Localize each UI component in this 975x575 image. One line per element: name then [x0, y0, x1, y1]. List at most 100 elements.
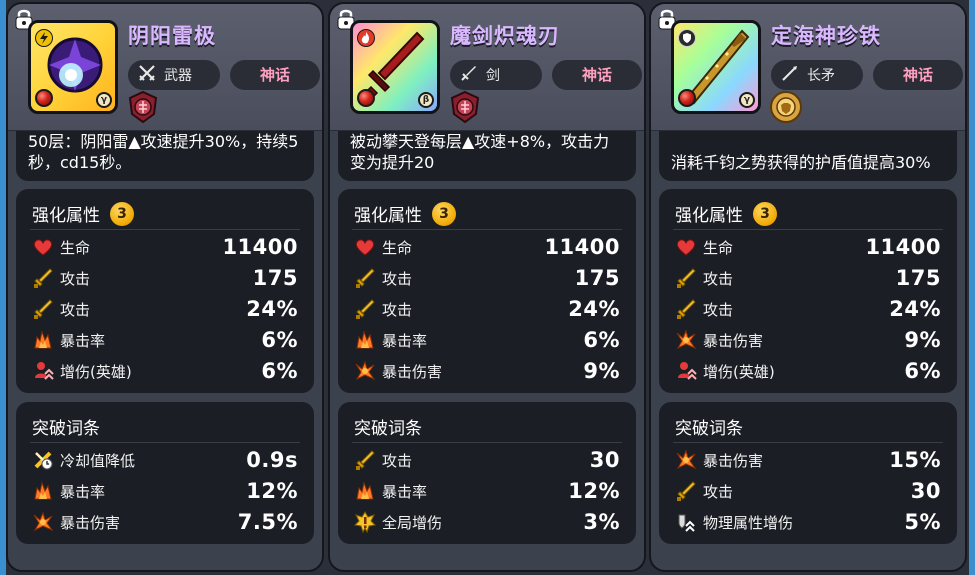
stat-label: 攻击	[703, 300, 734, 319]
item-name: 阴阳雷极	[128, 24, 216, 48]
weapon-type-label: 长矛	[807, 68, 835, 84]
stat-row: 增伤(英雄) 6%	[675, 357, 941, 385]
breakthrough-title: 突破词条	[354, 414, 422, 439]
stat-row: 攻击 175	[354, 264, 620, 292]
global-damage-icon	[353, 511, 377, 534]
enhance-level-badge: 3	[110, 201, 134, 226]
stat-label: 暴击率	[60, 331, 106, 350]
spear-type-icon	[781, 64, 799, 86]
sword-icon	[675, 267, 697, 289]
stat-value: 7.5%	[237, 510, 298, 534]
stat-label: 物理属性增伤	[703, 513, 794, 532]
stat-row: 暴击率 6%	[32, 326, 298, 354]
card-header: γ 阴阳雷极 武器 神话	[8, 4, 322, 131]
stat-label: 攻击	[382, 300, 413, 319]
skill-description: 50层：阴阳雷▲攻速提升30%，持续5秒，cd15秒。	[28, 132, 299, 172]
stat-row: 攻击 175	[675, 264, 941, 292]
stat-value: 15%	[889, 448, 941, 472]
card-header: β 魔剑炽魂刃 剑 神话	[330, 4, 644, 131]
physical-damage-icon	[675, 511, 697, 533]
weapon-type-pill: 长矛	[771, 60, 863, 90]
sword-icon	[354, 449, 376, 471]
stat-row: 暴击率 6%	[354, 326, 620, 354]
stat-label: 暴击率	[382, 482, 428, 501]
stat-label: 冷却值降低	[60, 451, 136, 470]
card-header: γ 定海神珍铁 长矛 神话	[651, 4, 965, 131]
equipment-card[interactable]: γ 定海神珍铁 长矛 神话 消耗千钧之势获得的护盾值提高30% 强化属性 3 生…	[649, 2, 967, 572]
stat-value: 9%	[904, 328, 941, 352]
stat-label: 攻击	[60, 300, 91, 319]
heart-icon	[675, 236, 697, 258]
stat-row: 攻击 24%	[354, 295, 620, 323]
stat-label: 暴击伤害	[382, 362, 443, 381]
gold-lion-emblem-icon	[769, 90, 803, 124]
crit-rate-icon	[32, 480, 54, 502]
enhance-attributes-panel: 强化属性 3 生命 11400 攻击 175 攻击 24% 暴击率 6% 增伤(…	[16, 189, 314, 393]
stat-row: 攻击 24%	[675, 295, 941, 323]
stat-value: 30	[910, 479, 941, 503]
heart-icon	[354, 236, 376, 258]
red-crest-emblem-icon	[448, 90, 482, 124]
crit-rate-icon	[354, 480, 376, 502]
stat-row: 生命 11400	[354, 233, 620, 261]
crit-rate-icon	[32, 329, 54, 351]
heart-icon	[32, 236, 54, 258]
stat-row: 暴击伤害 7.5%	[32, 508, 298, 536]
item-portrait[interactable]: β	[350, 20, 440, 114]
stat-row: 全局增伤 3%	[353, 508, 620, 536]
stat-row: 暴击伤害 9%	[354, 357, 620, 385]
red-orb-icon	[357, 89, 375, 107]
stat-row: 攻击 24%	[32, 295, 298, 323]
stat-row: 物理属性增伤 5%	[675, 508, 941, 536]
weapon-type-label: 武器	[164, 68, 192, 84]
enhance-title-text: 强化属性	[675, 206, 743, 226]
red-orb-icon	[678, 89, 696, 107]
stat-label: 攻击	[382, 451, 413, 470]
weapon-type-label: 剑	[486, 68, 500, 84]
lightning-icon	[35, 29, 53, 47]
stat-row: 增伤(英雄) 6%	[32, 357, 298, 385]
stat-row: 暴击伤害 15%	[675, 446, 941, 474]
stat-value: 24%	[568, 297, 620, 321]
enhance-title: 强化属性 3	[32, 201, 134, 226]
enhance-title: 强化属性 3	[675, 201, 777, 226]
breakthrough-attributes-panel: 突破词条 暴击伤害 15% 攻击 30 物理属性增伤 5%	[659, 402, 957, 544]
stat-label: 生命	[382, 238, 413, 257]
crit-rate-icon	[354, 329, 376, 351]
stat-value: 11400	[544, 235, 620, 259]
stat-value: 11400	[865, 235, 941, 259]
shield-icon	[678, 29, 696, 47]
breakthrough-title: 突破词条	[32, 414, 100, 439]
stat-label: 暴击伤害	[703, 331, 764, 350]
item-portrait[interactable]: γ	[671, 20, 761, 114]
crit-damage-icon	[675, 449, 697, 471]
stat-value: 175	[574, 266, 620, 290]
divider	[673, 229, 943, 230]
weapon-type-pill: 武器	[128, 60, 220, 90]
item-name: 定海神珍铁	[771, 24, 881, 48]
sword-icon	[675, 298, 697, 320]
stat-label: 生命	[60, 238, 91, 257]
stat-value: 6%	[583, 328, 620, 352]
stat-value: 12%	[568, 479, 620, 503]
stat-row: 攻击 30	[675, 477, 941, 505]
stat-row: 暴击率 12%	[32, 477, 298, 505]
stat-row: 暴击伤害 9%	[675, 326, 941, 354]
stat-label: 攻击	[382, 269, 413, 288]
item-portrait[interactable]: γ	[28, 20, 118, 114]
crit-damage-icon	[354, 360, 376, 382]
enhance-attributes-panel: 强化属性 3 生命 11400 攻击 175 攻击 24% 暴击率 6% 暴击伤…	[338, 189, 636, 393]
stat-row: 暴击率 12%	[354, 477, 620, 505]
stat-value: 5%	[904, 510, 941, 534]
red-orb-icon	[35, 89, 53, 107]
equipment-card[interactable]: γ 阴阳雷极 武器 神话 50层：阴阳雷▲攻速提升30%，持续5秒，cd15秒。…	[6, 2, 324, 572]
equipment-card[interactable]: β 魔剑炽魂刃 剑 神话 被动攀天登每层▲攻速+8%，攻击力变为提升20 强化属…	[328, 2, 646, 572]
stat-value: 24%	[246, 297, 298, 321]
stat-value: 3%	[583, 510, 620, 534]
breakthrough-title-text: 突破词条	[354, 419, 422, 439]
hero-damage-icon	[32, 360, 54, 382]
crossed-swords-icon	[138, 64, 156, 86]
stat-row: 冷却值降低 0.9s	[32, 446, 298, 474]
breakthrough-attributes-panel: 突破词条 冷却值降低 0.9s 暴击率 12% 暴击伤害 7.5%	[16, 402, 314, 544]
stat-label: 暴击伤害	[60, 513, 121, 532]
